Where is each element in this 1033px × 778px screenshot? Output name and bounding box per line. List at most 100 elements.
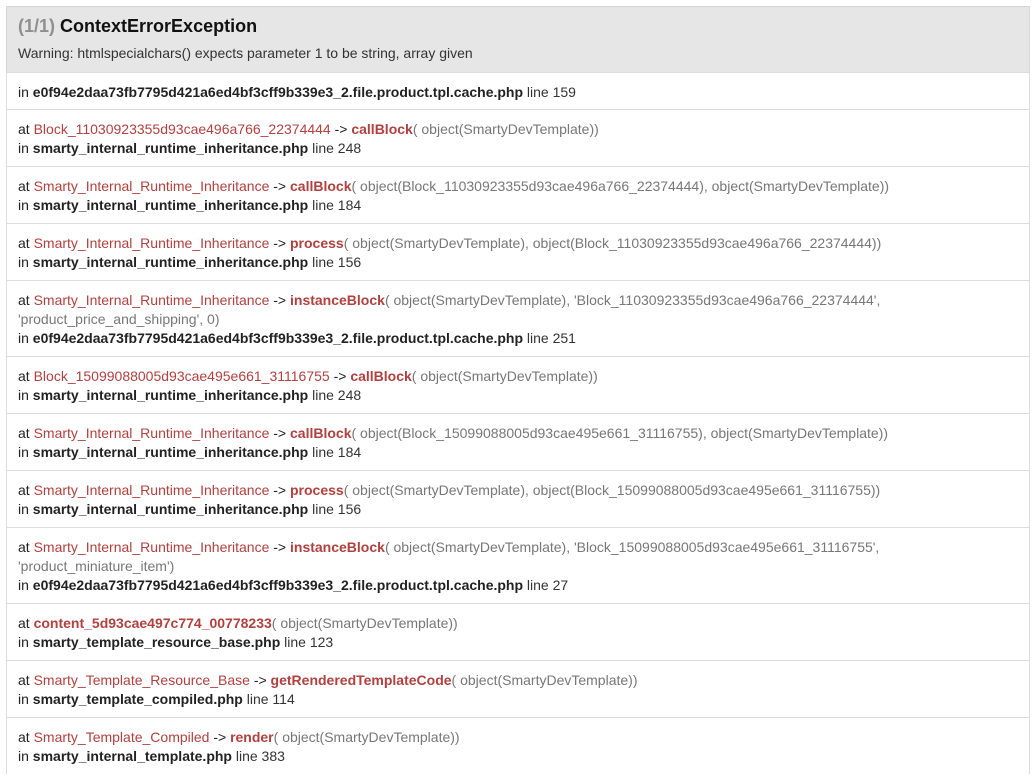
trace-row: at Smarty_Template_Compiled -> render( o…: [7, 717, 1029, 774]
line-number: line 184: [312, 444, 362, 460]
at-label: at: [18, 178, 30, 194]
stack-trace: in e0f94e2daa73fb7795d421a6ed4bf3cff9b33…: [6, 72, 1030, 774]
file-name: smarty_template_resource_base.php: [32, 634, 281, 650]
exception-panel: (1/1) ContextErrorException Warning: htm…: [6, 6, 1030, 774]
line-number: line 248: [312, 140, 362, 156]
arrow: ->: [273, 425, 287, 441]
function-args: ( object(SmartyDevTemplate), 'Block_1103…: [384, 292, 881, 308]
exception-counter: (1/1): [18, 16, 56, 36]
function-args-continued: 'product_miniature_item'): [18, 558, 175, 574]
line-number: line 251: [526, 330, 576, 346]
arrow: ->: [334, 121, 348, 137]
line-number: line 156: [312, 254, 362, 270]
at-label: at: [18, 729, 30, 745]
trace-row: at Smarty_Internal_Runtime_Inheritance -…: [7, 223, 1029, 280]
in-label: in: [18, 84, 29, 100]
function-args: ( object(SmartyDevTemplate)): [451, 672, 638, 688]
file-name: smarty_internal_runtime_inheritance.php: [32, 140, 309, 156]
arrow: ->: [213, 729, 227, 745]
at-label: at: [18, 425, 30, 441]
class-name: Smarty_Internal_Runtime_Inheritance: [33, 292, 270, 308]
arrow: ->: [273, 539, 287, 555]
line-number: line 159: [526, 84, 576, 100]
function-name: callBlock: [350, 368, 412, 384]
trace-row: at Smarty_Internal_Runtime_Inheritance -…: [7, 280, 1029, 356]
function-args: ( object(SmartyDevTemplate)): [273, 729, 460, 745]
file-name: smarty_template_compiled.php: [32, 691, 243, 707]
trace-row: at Block_15099088005d93cae495e661_311167…: [7, 356, 1029, 413]
line-number: line 184: [312, 197, 362, 213]
function-name: callBlock: [290, 425, 352, 441]
trace-row: at Smarty_Internal_Runtime_Inheritance -…: [7, 470, 1029, 527]
arrow: ->: [253, 672, 267, 688]
at-label: at: [18, 615, 30, 631]
function-name: process: [290, 235, 344, 251]
at-label: at: [18, 368, 30, 384]
at-label: at: [18, 292, 30, 308]
in-label: in: [18, 577, 29, 593]
at-label: at: [18, 235, 30, 251]
function-args: ( object(SmartyDevTemplate)): [411, 368, 598, 384]
class-name: Smarty_Internal_Runtime_Inheritance: [33, 482, 270, 498]
function-args: ( object(SmartyDevTemplate), 'Block_1509…: [384, 539, 880, 555]
class-name: Smarty_Internal_Runtime_Inheritance: [33, 539, 270, 555]
class-name: Smarty_Internal_Runtime_Inheritance: [33, 235, 270, 251]
line-number: line 114: [246, 691, 295, 707]
line-number: line 27: [526, 577, 569, 593]
arrow: ->: [273, 235, 287, 251]
function-args: ( object(SmartyDevTemplate)): [412, 121, 599, 137]
function-name: process: [290, 482, 344, 498]
in-label: in: [18, 444, 29, 460]
file-name: smarty_internal_runtime_inheritance.php: [32, 197, 309, 213]
function-name: getRenderedTemplateCode: [270, 672, 452, 688]
line-number: line 383: [235, 748, 285, 764]
function-args: ( object(Block_11030923355d93cae496a766_…: [351, 178, 890, 194]
file-name: smarty_internal_template.php: [32, 748, 232, 764]
function-name: callBlock: [351, 121, 413, 137]
class-name: Smarty_Template_Compiled: [33, 729, 210, 745]
function-args: ( object(SmartyDevTemplate), object(Bloc…: [343, 235, 882, 251]
in-label: in: [18, 387, 29, 403]
function-args: ( object(SmartyDevTemplate), object(Bloc…: [343, 482, 881, 498]
trace-row: at Smarty_Internal_Runtime_Inheritance -…: [7, 527, 1029, 603]
class-name: Smarty_Internal_Runtime_Inheritance: [33, 425, 270, 441]
arrow: ->: [333, 368, 347, 384]
arrow: ->: [273, 482, 287, 498]
function-name: instanceBlock: [290, 539, 385, 555]
file-name: e0f94e2daa73fb7795d421a6ed4bf3cff9b339e3…: [32, 330, 524, 346]
function-name: callBlock: [290, 178, 352, 194]
exception-message: Warning: htmlspecialchars() expects para…: [18, 45, 473, 61]
function-args: ( object(Block_15099088005d93cae495e661_…: [351, 425, 888, 441]
class-name: Block_11030923355d93cae496a766_22374444: [33, 121, 331, 137]
in-label: in: [18, 634, 29, 650]
trace-row-origin: in e0f94e2daa73fb7795d421a6ed4bf3cff9b33…: [7, 72, 1029, 109]
exception-title: (1/1) ContextErrorException: [18, 15, 1018, 37]
trace-row: at Smarty_Internal_Runtime_Inheritance -…: [7, 166, 1029, 223]
trace-row: at Block_11030923355d93cae496a766_223744…: [7, 109, 1029, 166]
trace-row: at Smarty_Internal_Runtime_Inheritance -…: [7, 413, 1029, 470]
class-name: Smarty_Template_Resource_Base: [33, 672, 250, 688]
line-number: line 248: [312, 387, 362, 403]
in-label: in: [18, 501, 29, 517]
line-number: line 156: [312, 501, 362, 517]
in-label: in: [18, 330, 29, 346]
at-label: at: [18, 539, 30, 555]
at-label: at: [18, 121, 30, 137]
function-name: content_5d93cae497c774_00778233: [33, 615, 272, 631]
arrow: ->: [273, 292, 287, 308]
trace-row: at content_5d93cae497c774_00778233( obje…: [7, 603, 1029, 660]
exception-header: (1/1) ContextErrorException Warning: htm…: [6, 6, 1030, 72]
arrow: ->: [273, 178, 287, 194]
in-label: in: [18, 254, 29, 270]
file-name: e0f94e2daa73fb7795d421a6ed4bf3cff9b339e3…: [32, 577, 524, 593]
at-label: at: [18, 672, 30, 688]
exception-class: ContextErrorException: [60, 16, 258, 36]
trace-row: at Smarty_Template_Resource_Base -> getR…: [7, 660, 1029, 717]
function-args-continued: 'product_price_and_shipping', 0): [18, 311, 220, 327]
file-name: smarty_internal_runtime_inheritance.php: [32, 444, 309, 460]
in-label: in: [18, 197, 29, 213]
function-name: instanceBlock: [290, 292, 385, 308]
file-name: smarty_internal_runtime_inheritance.php: [32, 501, 309, 517]
at-label: at: [18, 482, 30, 498]
file-name: smarty_internal_runtime_inheritance.php: [32, 254, 309, 270]
